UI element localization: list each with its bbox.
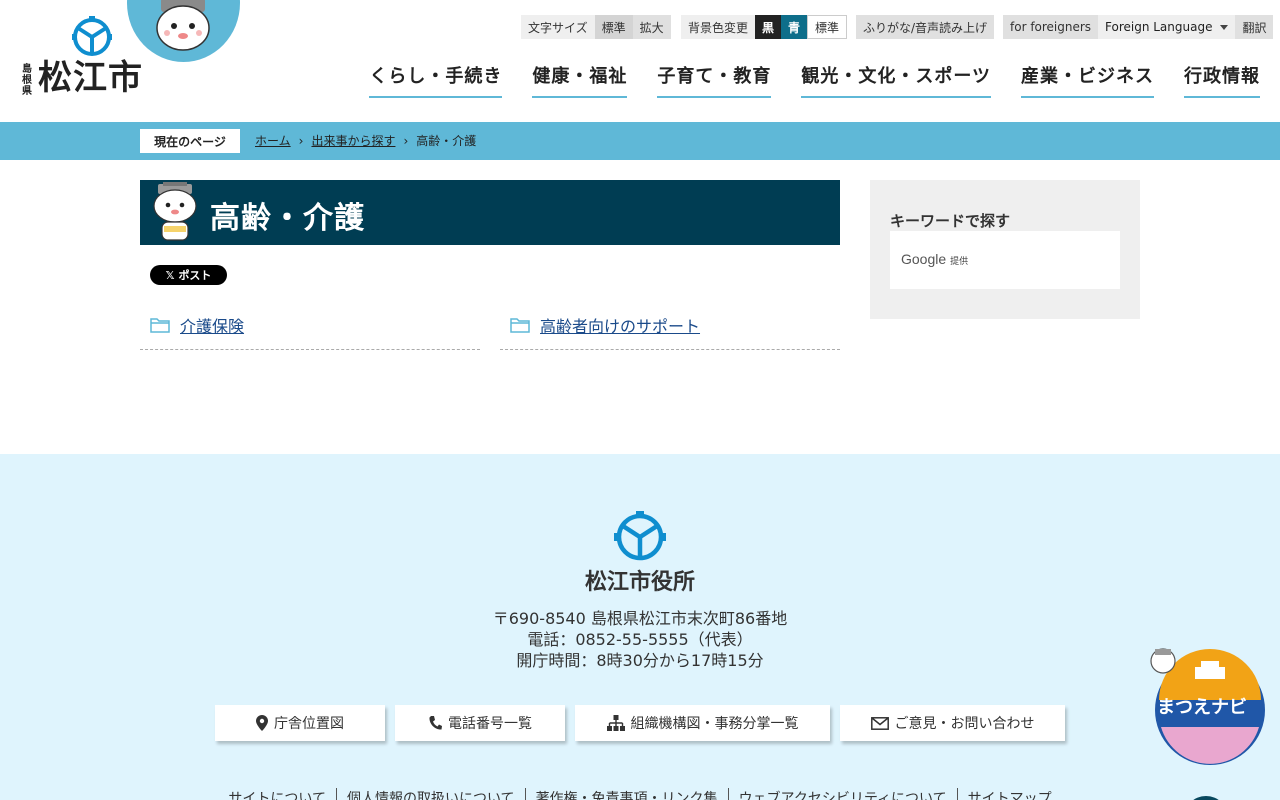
breadcrumb-trail: ホーム › 出来事から探す › 高齢・介護 [255, 132, 476, 149]
phone-list-label: 電話番号一覧 [448, 716, 532, 732]
nav-item-kurashi[interactable]: くらし・手続き [369, 62, 503, 98]
text-size-control: 文字サイズ 標準 拡大 [521, 15, 671, 39]
contact-label: ご意見・お問い合わせ [894, 716, 1035, 732]
matsue-navi-label: まつえナビ [1157, 697, 1247, 718]
global-nav: くらし・手続き 健康・福祉 子育て・教育 観光・文化・スポーツ 産業・ビジネス … [369, 62, 1260, 98]
phone-list-button[interactable]: 電話番号一覧 [395, 705, 565, 741]
page-title: 高齢・介護 [210, 201, 365, 236]
mascot-icon [156, 0, 210, 51]
mascot-icon [153, 182, 197, 241]
translate-button[interactable]: 翻訳 [1235, 15, 1274, 39]
footer-hours: 開庁時間：8時30分から17時15分 [516, 651, 764, 670]
furigana-button[interactable]: ふりがな/音声読み上げ [856, 15, 995, 39]
breadcrumb-home-link[interactable]: ホーム [255, 132, 291, 149]
chevron-right-icon: › [403, 133, 409, 148]
breadcrumb-current: 高齢・介護 [416, 134, 477, 148]
page-title-bar: 高齢・介護 [140, 180, 840, 245]
nav-item-kosodate[interactable]: 子育て・教育 [657, 62, 772, 98]
google-provided-label: 提供 [950, 256, 969, 266]
google-branding: Google 提供 [901, 251, 968, 267]
footer-buttons: 庁舎位置図 電話番号一覧 組織機構図・事務分掌一覧 ご意見・お問い合わせ [0, 705, 1280, 741]
site-header: 島根県 松江市 文字サイズ 標準 拡大 背景色変更 黒 青 標準 ふりがな/音声… [0, 0, 1280, 122]
nav-item-kanko[interactable]: 観光・文化・スポーツ [801, 62, 991, 98]
search-input[interactable]: Google 提供 [890, 231, 1120, 289]
nav-item-sangyo[interactable]: 産業・ビジネス [1021, 62, 1154, 98]
category-item-kaigo-hoken[interactable]: 介護保険 [140, 300, 480, 350]
footer-link-accessibility[interactable]: ウェブアクセシビリティについて [727, 788, 957, 800]
matsue-navi-badge[interactable]: まつえナビ [1145, 645, 1271, 771]
google-label: Google [901, 251, 947, 267]
category-link-kaigo-hoken[interactable]: 介護保険 [180, 313, 244, 337]
nav-item-kenko[interactable]: 健康・福祉 [532, 62, 628, 98]
text-size-label: 文字サイズ [521, 15, 595, 39]
city-logo[interactable]: 島根県 松江市 [20, 14, 150, 104]
breadcrumb-label: 現在のページ [140, 129, 240, 153]
for-foreigners-button[interactable]: for foreigners [1003, 15, 1099, 39]
x-post-button[interactable]: 𝕏 ポスト [150, 265, 227, 285]
footer-link-copyright[interactable]: 著作権・免責事項・リンク集 [524, 788, 728, 800]
foreigners-control: for foreigners [1003, 15, 1099, 39]
nav-item-gyosei[interactable]: 行政情報 [1184, 62, 1260, 98]
org-chart-icon [606, 715, 625, 731]
phone-icon [429, 716, 442, 730]
chevron-down-icon [1220, 24, 1229, 30]
footer-contact: 〒690-8540 島根県松江市末次町86番地 電話：0852-55-5555（… [0, 608, 1280, 671]
logo-prefecture: 島根県 [22, 64, 32, 97]
bg-color-control: 背景色変更 黒 青 標準 [681, 15, 848, 39]
bg-color-label: 背景色変更 [681, 15, 756, 39]
footer-tel: 電話：0852-55-5555（代表） [527, 630, 753, 649]
text-size-large-button[interactable]: 拡大 [632, 15, 671, 39]
org-chart-button[interactable]: 組織機構図・事務分掌一覧 [575, 705, 830, 741]
bg-standard-button[interactable]: 標準 [807, 15, 848, 39]
bg-black-button[interactable]: 黒 [755, 15, 782, 39]
breadcrumb: 現在のページ ホーム › 出来事から探す › 高齢・介護 [0, 122, 1280, 160]
footer-link-privacy[interactable]: 個人情報の取扱いについて [335, 788, 525, 800]
site-footer: 松江市役所 〒690-8540 島根県松江市末次町86番地 電話：0852-55… [0, 454, 1280, 800]
x-logo-icon: 𝕏 [165, 268, 175, 282]
foreign-language-label: Foreign Language [1105, 20, 1213, 34]
org-chart-label: 組織機構図・事務分掌一覧 [630, 716, 799, 732]
category-link-senior-support[interactable]: 高齢者向けのサポート [540, 313, 700, 337]
category-item-senior-support[interactable]: 高齢者向けのサポート [500, 300, 840, 350]
language-control: Foreign Language 翻訳 [1098, 15, 1274, 39]
footer-org-name: 松江市役所 [584, 570, 695, 595]
foreign-language-select[interactable]: Foreign Language [1098, 15, 1236, 39]
text-size-standard-button[interactable]: 標準 [594, 15, 633, 39]
folder-icon [150, 317, 170, 333]
breadcrumb-events-link[interactable]: 出来事から探す [311, 132, 395, 149]
footer-address: 〒690-8540 島根県松江市末次町86番地 [492, 609, 788, 628]
office-map-button[interactable]: 庁舎位置図 [215, 705, 385, 741]
mail-icon [870, 716, 889, 730]
chevron-right-icon: › [298, 133, 304, 148]
map-pin-icon [256, 715, 268, 731]
footer-links: サイトについて 個人情報の取扱いについて 著作権・免責事項・リンク集 ウェブアク… [0, 788, 1280, 800]
furigana-control: ふりがな/音声読み上げ [856, 15, 995, 39]
bg-blue-button[interactable]: 青 [781, 15, 808, 39]
keyword-search-panel: キーワードで探す Google 提供 [870, 180, 1140, 319]
city-emblem-icon [72, 16, 112, 56]
footer-link-sitemap[interactable]: サイトマップ [956, 788, 1062, 800]
x-post-label: ポスト [178, 269, 212, 282]
logo-city-name: 松江市 [38, 58, 143, 98]
contact-button[interactable]: ご意見・お問い合わせ [840, 705, 1065, 741]
folder-icon [510, 317, 530, 333]
city-emblem-icon [614, 511, 666, 561]
footer-link-about[interactable]: サイトについて [218, 788, 336, 800]
office-map-label: 庁舎位置図 [274, 716, 344, 732]
keyword-search-heading: キーワードで探す [890, 212, 1011, 230]
